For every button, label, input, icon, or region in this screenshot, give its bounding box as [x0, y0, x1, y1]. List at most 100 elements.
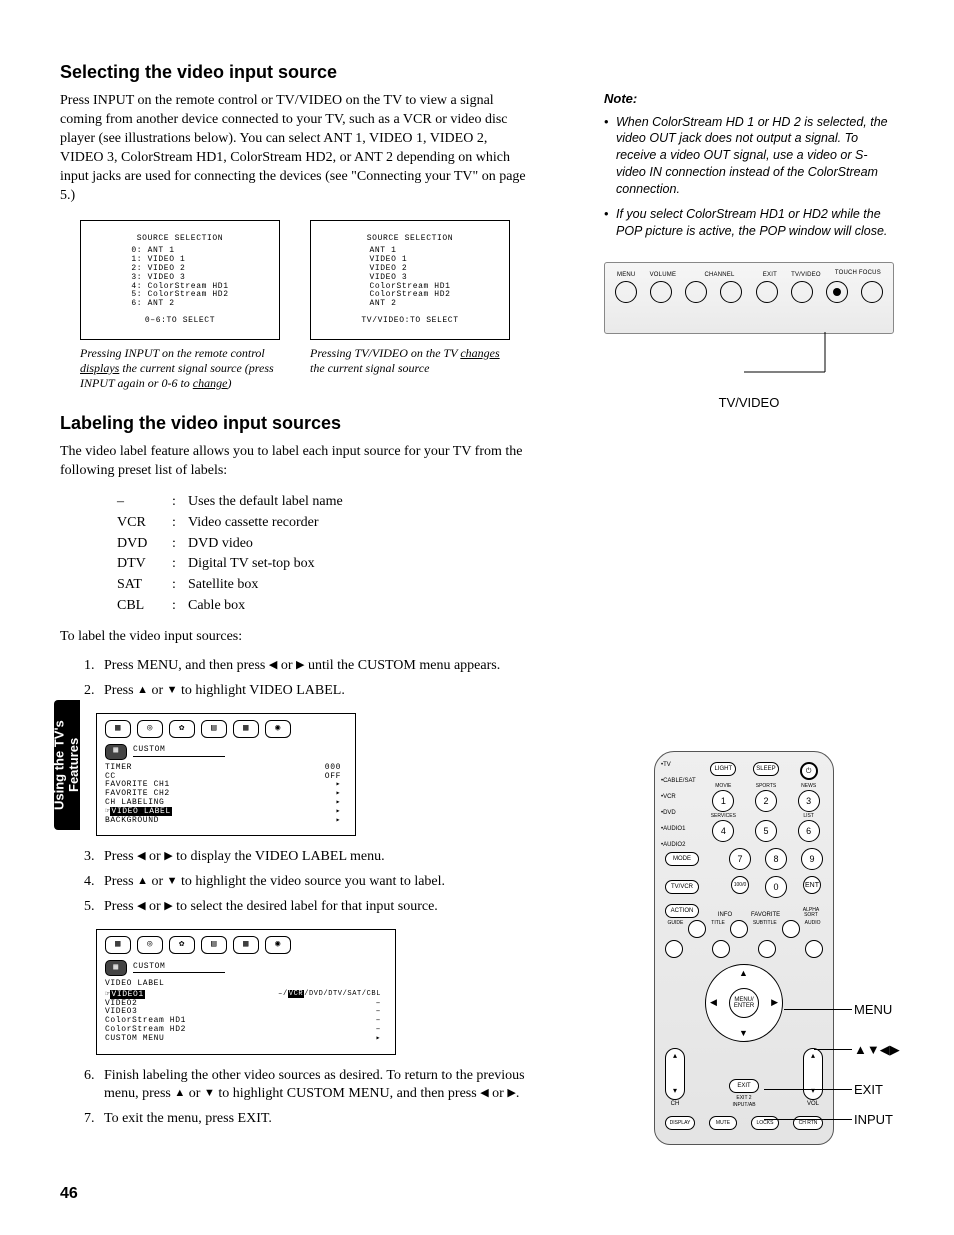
- menu-title: CUSTOM: [133, 963, 225, 974]
- power-button: ⏻: [800, 762, 818, 780]
- menu-category-icon: ▦: [105, 744, 127, 760]
- down-arrow-icon: ▼: [167, 684, 178, 696]
- panel-button-menu: [615, 281, 637, 303]
- menu-tab-icon: ▦: [233, 720, 259, 738]
- panel-button-vol-down: [650, 281, 672, 303]
- up-arrow-icon: ▲: [739, 967, 748, 979]
- digit-8-button: 8: [765, 848, 787, 870]
- osd-list-b: ANT 1 VIDEO 1 VIDEO 2 VIDEO 3 ColorStrea…: [369, 247, 450, 309]
- panel-button-tvvideo: [826, 281, 848, 303]
- down-arrow-icon: ▼: [739, 1027, 748, 1039]
- note-item: When ColorStream HD 1 or HD 2 is selecte…: [604, 114, 894, 198]
- menu-tab-icons: ▦ ◎ ✿ ▤ ▦ ◉: [105, 720, 347, 738]
- panel-button-touchfocus: [861, 281, 883, 303]
- menu-tab-icon: ▦: [233, 936, 259, 954]
- left-arrow-icon: ◀: [137, 900, 145, 912]
- step-7: To exit the menu, press EXIT.: [98, 1110, 530, 1129]
- title-button: [712, 940, 730, 958]
- note-heading: Note:: [604, 90, 894, 108]
- tv-front-panel: MENU VOLUME CHANNEL EXIT TV/VIDEO TOUCH …: [604, 262, 894, 334]
- right-arrow-icon: ▶: [296, 659, 304, 671]
- steps-list: Press MENU, and then press ◀ or ▶ until …: [98, 657, 530, 701]
- osd-remote-box: SOURCE SELECTION 0: ANT 1 1: VIDEO 1 2: …: [80, 220, 280, 340]
- heading-labeling: Labeling the video input sources: [60, 411, 530, 435]
- intro-paragraph: Press INPUT on the remote control or TV/…: [60, 92, 530, 205]
- steps-list-3: Finish labeling the other video sources …: [98, 1067, 530, 1130]
- step-4: Press ▲ or ▼ to highlight the video sour…: [98, 873, 530, 892]
- up-arrow-icon: ▲: [174, 1087, 185, 1099]
- osd-tv-box: SOURCE SELECTION ANT 1 VIDEO 1 VIDEO 2 V…: [310, 220, 510, 340]
- heading-selecting: Selecting the video input source: [60, 60, 530, 84]
- step-5: Press ◀ or ▶ to select the desired label…: [98, 898, 530, 917]
- main-column: Selecting the video input source Press I…: [60, 60, 530, 1141]
- light-button: LIGHT: [710, 762, 736, 776]
- digit-5-button: 5: [755, 820, 777, 842]
- right-arrow-icon: ▶: [164, 850, 172, 862]
- custom-menu-screenshot-2: ▦◎✿▤▦◉ ▦CUSTOM VIDEO LABEL ☞VIDEO1–/VCR/…: [96, 929, 396, 1055]
- caption-a: Pressing INPUT on the remote control dis…: [80, 346, 280, 391]
- ent-button: ENT: [803, 876, 821, 894]
- down-arrow-icon: ▼: [167, 875, 178, 887]
- step-2: Press ▲ or ▼ to highlight VIDEO LABEL.: [98, 682, 530, 701]
- section-tab: Using the TV's Features: [54, 700, 80, 830]
- page-number: 46: [60, 1183, 78, 1205]
- menu-tab-icon: ▦: [105, 720, 131, 738]
- remote-control-diagram: •TV •CABLE/SAT •VCR •DVD •AUDIO1 •AUDIO2…: [654, 751, 834, 1145]
- digit-0-button: 0: [765, 876, 787, 898]
- left-arrow-icon: ◀: [137, 850, 145, 862]
- menu-tab-icon: ✿: [169, 720, 195, 738]
- digit-1-button: 1: [712, 790, 734, 812]
- callout-exit: EXIT: [854, 1081, 883, 1099]
- osd-title: SOURCE SELECTION: [311, 235, 509, 244]
- osd-footer: 0–6:TO SELECT: [81, 317, 279, 326]
- digit-4-button: 4: [712, 820, 734, 842]
- menu-tab-icon: ◉: [265, 720, 291, 738]
- down-arrow-icon: ▼: [204, 1087, 215, 1099]
- exit-button: EXIT: [729, 1079, 759, 1093]
- right-arrow-icon: ▶: [164, 900, 172, 912]
- callout-menu: MENU: [854, 1001, 892, 1019]
- menu-tab-icon: ▤: [201, 720, 227, 738]
- left-arrow-icon: ◀: [710, 996, 717, 1008]
- menu-tab-icon: ▦: [105, 936, 131, 954]
- osd-footer: TV/VIDEO:TO SELECT: [311, 317, 509, 326]
- dpad: ▲ ▼ ◀ ▶ MENU/ ENTER: [705, 964, 783, 1042]
- right-arrow-icon: ▶: [771, 996, 778, 1008]
- fav-button: [730, 920, 748, 938]
- left-arrow-icon: ◀: [480, 1087, 488, 1099]
- menu-tab-icon: ◎: [137, 720, 163, 738]
- menu-tab-icons: ▦◎✿▤▦◉: [105, 936, 387, 954]
- action-button: ACTION: [665, 904, 699, 918]
- callout-arrows: ▲▼◀▶: [854, 1041, 900, 1059]
- label-presets: –:Uses the default label name VCR:Video …: [115, 491, 345, 618]
- caption-b: Pressing TV/VIDEO on the TV changes the …: [310, 346, 510, 391]
- menu-tab-icon: ◉: [265, 936, 291, 954]
- panel-caption: TV/VIDEO: [604, 394, 894, 412]
- digit-3-button: 3: [798, 790, 820, 812]
- note-item: If you select ColorStream HD1 or HD2 whi…: [604, 206, 894, 240]
- note-list: When ColorStream HD 1 or HD 2 is selecte…: [604, 114, 894, 240]
- up-arrow-icon: ▲: [137, 875, 148, 887]
- osd-list-a: 0: ANT 1 1: VIDEO 1 2: VIDEO 2 3: VIDEO …: [131, 247, 228, 309]
- mute-button: MUTE: [709, 1116, 737, 1130]
- label-intro: The video label feature allows you to la…: [60, 443, 530, 481]
- custom-menu-screenshot-1: ▦◎✿▤▦◉ ▦CUSTOM TIMER000 CCOFF FAVORITE C…: [96, 713, 356, 837]
- panel-button-ch-down: [720, 281, 742, 303]
- info-button: [688, 920, 706, 938]
- side-column: Note: When ColorStream HD 1 or HD 2 is s…: [604, 90, 894, 1145]
- menu-tab-icon: ✿: [169, 936, 195, 954]
- digit-6-button: 6: [798, 820, 820, 842]
- steps-lead: To label the video input sources:: [60, 628, 530, 647]
- menu-tab-icon: ▤: [201, 936, 227, 954]
- alpha-button: [782, 920, 800, 938]
- step-6: Finish labeling the other video sources …: [98, 1067, 530, 1105]
- menu-category-icon: ▦: [105, 960, 127, 976]
- mode-button: MODE: [665, 852, 699, 866]
- callout-input: INPUT: [854, 1111, 893, 1129]
- step-1: Press MENU, and then press ◀ or ▶ until …: [98, 657, 530, 676]
- subtitle-button: [758, 940, 776, 958]
- left-arrow-icon: ◀: [269, 659, 277, 671]
- menu-subhead: VIDEO LABEL: [105, 980, 387, 989]
- guide-button: [665, 940, 683, 958]
- channel-rocker: ▴▾: [665, 1048, 685, 1100]
